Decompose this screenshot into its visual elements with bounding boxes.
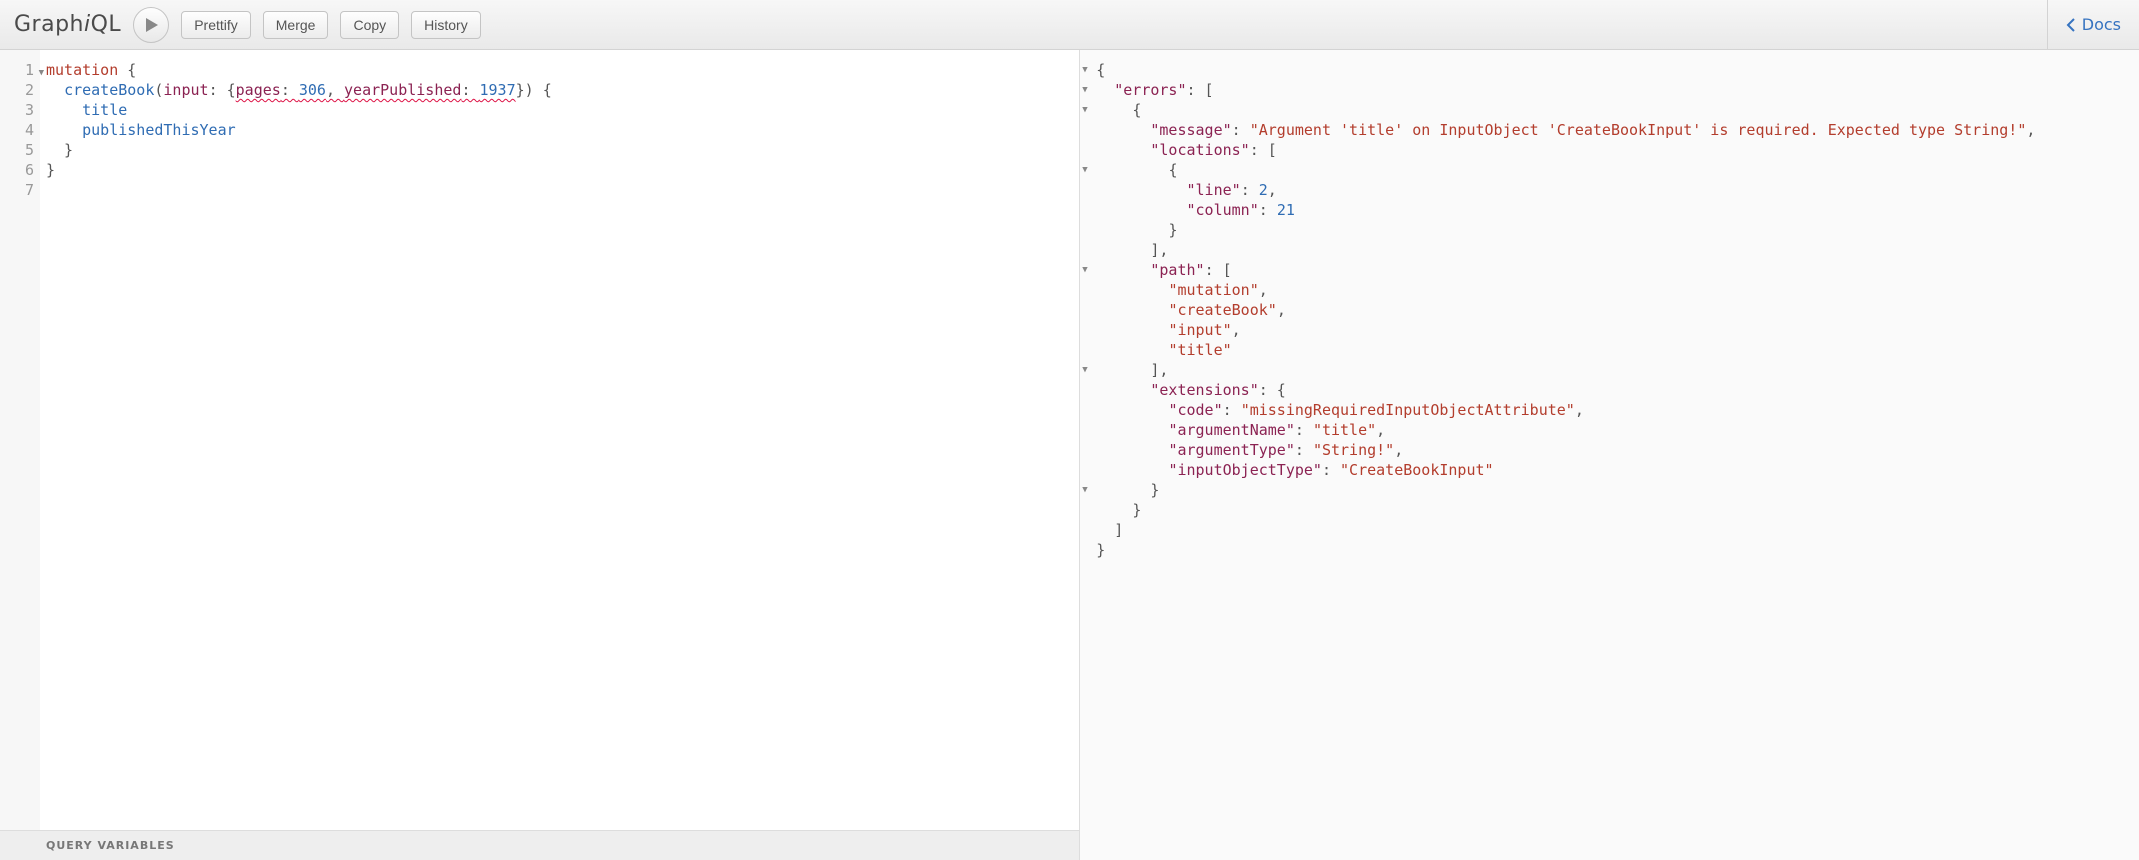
query-pane: 1▼234567 mutation { createBook(input: {p…	[0, 50, 1080, 860]
docs-label: Docs	[2082, 15, 2121, 34]
toolbar: GraphiQL Prettify Merge Copy History Doc…	[0, 0, 2139, 50]
query-variables-bar[interactable]: QUERY VARIABLES	[0, 830, 1079, 860]
merge-button[interactable]: Merge	[263, 11, 329, 39]
run-button[interactable]	[133, 7, 169, 43]
chevron-left-icon	[2066, 17, 2076, 33]
prettify-button[interactable]: Prettify	[181, 11, 251, 39]
result-fold-gutter: ▼▼▼▼▼▼▼	[1082, 60, 1087, 560]
result-pane: ▼▼▼▼▼▼▼ { "errors": [ { "message": "Argu…	[1080, 50, 2139, 860]
line-gutter: 1▼234567	[0, 50, 40, 830]
play-icon	[145, 18, 159, 32]
result-viewer[interactable]: { "errors": [ { "message": "Argument 'ti…	[1080, 50, 2139, 560]
query-variables-label: QUERY VARIABLES	[46, 839, 175, 852]
app-logo: GraphiQL	[14, 12, 121, 37]
history-button[interactable]: History	[411, 11, 481, 39]
query-editor-container: 1▼234567 mutation { createBook(input: {p…	[0, 50, 1079, 830]
copy-button[interactable]: Copy	[340, 11, 399, 39]
workspace: 1▼234567 mutation { createBook(input: {p…	[0, 50, 2139, 860]
query-editor[interactable]: mutation { createBook(input: {pages: 306…	[40, 50, 1079, 830]
docs-button[interactable]: Docs	[2047, 0, 2139, 50]
